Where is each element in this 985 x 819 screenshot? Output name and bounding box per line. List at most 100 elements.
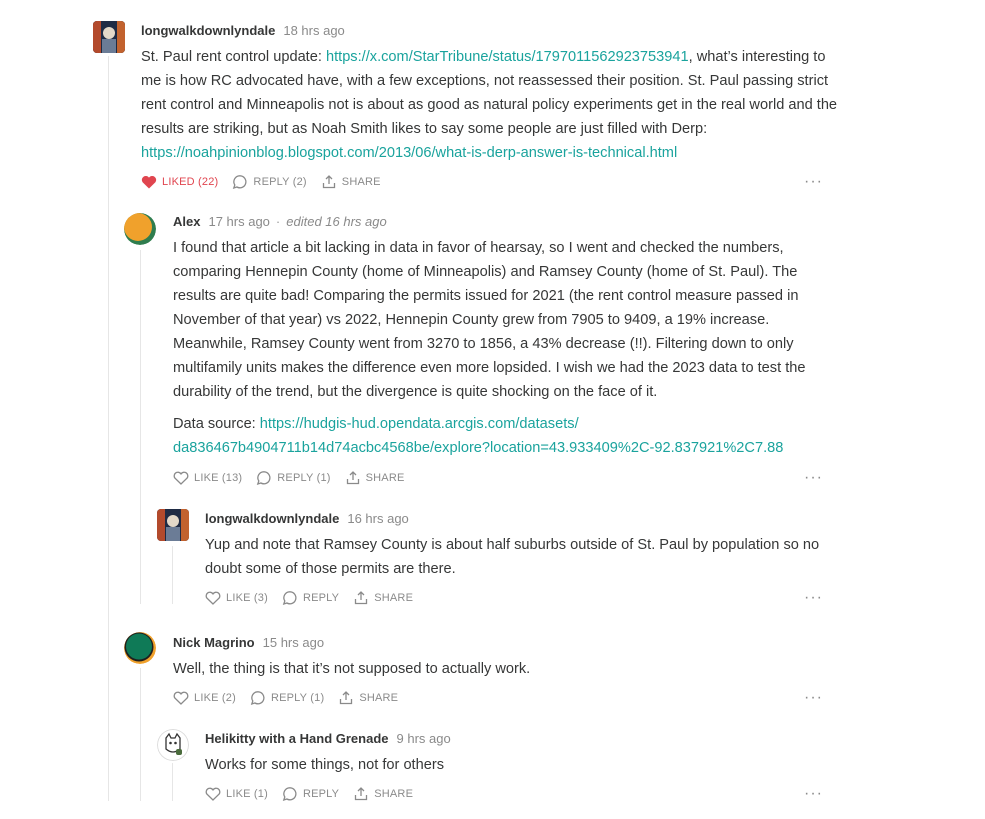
like-label: LIKE (1) (226, 788, 268, 800)
comment-actions: LIKE (1) REPLY SHARE (205, 785, 427, 803)
body-paragraph: Yup and note that Ramsey County is about… (205, 537, 820, 577)
share-label: SHARE (359, 692, 399, 704)
share-icon (340, 691, 353, 705)
comment-bubble-icon (257, 471, 271, 486)
edited-label: edited 16 hrs ago (286, 214, 387, 229)
share-icon (346, 471, 359, 485)
avatar-image (93, 21, 125, 53)
heart-icon (205, 591, 221, 605)
comment-meta: Nick Magrino 15 hrs ago (173, 634, 324, 652)
comment-body: I found that article a bit lacking in da… (173, 236, 833, 460)
reply-label: REPLY (302, 592, 340, 604)
avatar-image (157, 509, 189, 541)
avatar-image (124, 632, 156, 664)
avatar[interactable] (157, 509, 189, 541)
body-link-tweet[interactable]: https://x.com/StarTribune/status/1797011… (326, 49, 689, 65)
heart-icon (173, 691, 189, 705)
like-label: LIKE (2) (194, 692, 236, 704)
body-text: St. Paul rent control update: (141, 49, 326, 65)
avatar[interactable] (124, 213, 156, 245)
reply-button[interactable]: REPLY (282, 786, 339, 802)
reply-label: REPLY (302, 788, 340, 800)
comment-body: Well, the thing is that it’s not suppose… (173, 657, 813, 681)
more-options-icon[interactable]: ··· (804, 590, 823, 606)
timestamp[interactable]: 9 hrs ago (397, 731, 451, 746)
comment-bubble-icon (250, 691, 265, 706)
body-paragraph: I found that article a bit lacking in da… (173, 240, 806, 400)
like-label: LIKE (13) (194, 472, 243, 484)
thread-line-root (108, 56, 109, 801)
more-options-icon[interactable]: ··· (804, 174, 823, 190)
share-label: SHARE (365, 472, 405, 484)
comment-bubble-icon (282, 787, 297, 802)
more-options-icon[interactable]: ··· (804, 470, 823, 486)
share-icon (355, 787, 368, 801)
share-button[interactable]: SHARE (353, 786, 413, 802)
body-paragraph-source: Data source: https://hudgis-hud.opendata… (173, 412, 833, 460)
share-button[interactable]: SHARE (353, 590, 413, 606)
thread-line-reply (172, 546, 173, 604)
author-name[interactable]: longwalkdownlyndale (205, 511, 339, 526)
more-options-icon[interactable]: ··· (804, 786, 823, 802)
like-button[interactable]: LIKE (2) (173, 691, 236, 705)
heart-icon (173, 471, 189, 485)
link-text: https://hudgis-hud.opendata.arcgis.com/d… (259, 416, 579, 432)
like-button[interactable]: LIKED (22) (141, 175, 218, 189)
thread-line-alex (140, 250, 141, 604)
like-button[interactable]: LIKE (13) (173, 471, 242, 485)
more-options-icon[interactable]: ··· (804, 690, 823, 706)
share-label: SHARE (341, 176, 381, 188)
thread-line-nick (140, 668, 141, 801)
share-label: SHARE (374, 592, 414, 604)
comment-actions: LIKE (13) REPLY (1) SHARE (173, 469, 419, 487)
comment-actions: LIKE (2) REPLY (1) SHARE (173, 689, 412, 707)
share-button[interactable]: SHARE (321, 174, 381, 190)
author-name[interactable]: Alex (173, 214, 200, 229)
like-label: LIKE (3) (226, 592, 268, 604)
like-button[interactable]: LIKE (1) (205, 787, 268, 801)
body-link-data-source[interactable]: https://hudgis-hud.opendata.arcgis.com/d… (173, 416, 783, 456)
meta-separator: · (275, 214, 281, 229)
body-paragraph: Well, the thing is that it’s not suppose… (173, 661, 531, 677)
like-button[interactable]: LIKE (3) (205, 591, 268, 605)
reply-button[interactable]: REPLY (2) (232, 174, 307, 190)
share-button[interactable]: SHARE (338, 690, 398, 706)
avatar[interactable] (93, 21, 125, 53)
reply-button[interactable]: REPLY (282, 590, 339, 606)
thread-line-heli (172, 763, 173, 801)
body-paragraph: Works for some things, not for others (205, 757, 445, 773)
comment-actions: LIKE (3) REPLY SHARE (205, 589, 427, 607)
share-label: SHARE (374, 788, 414, 800)
author-name[interactable]: Nick Magrino (173, 635, 255, 650)
comment-meta: Helikitty with a Hand Grenade 9 hrs ago (205, 730, 451, 748)
comment-meta: Alex 17 hrs ago · edited 16 hrs ago (173, 213, 387, 231)
comment-bubble-icon (282, 591, 297, 606)
comment-meta: longwalkdownlyndale 16 hrs ago (205, 510, 409, 528)
reply-button[interactable]: REPLY (1) (250, 690, 324, 706)
comment-bubble-icon (233, 175, 247, 190)
link-text: da836467b4904711b14d74acbc4568be/explore… (173, 440, 784, 456)
avatar-image (124, 213, 156, 245)
author-name[interactable]: longwalkdownlyndale (141, 23, 275, 38)
timestamp[interactable]: 18 hrs ago (283, 23, 344, 38)
timestamp[interactable]: 17 hrs ago (208, 214, 269, 229)
author-name[interactable]: Helikitty with a Hand Grenade (205, 731, 389, 746)
avatar[interactable] (157, 729, 189, 761)
reply-label: REPLY (1) (277, 472, 331, 484)
comment-body: St. Paul rent control update: https://x.… (141, 45, 841, 165)
share-button[interactable]: SHARE (345, 470, 405, 486)
timestamp[interactable]: 16 hrs ago (347, 511, 408, 526)
comment-meta: longwalkdownlyndale 18 hrs ago (141, 22, 345, 40)
timestamp[interactable]: 15 hrs ago (263, 635, 324, 650)
like-label: LIKED (22) (162, 176, 219, 188)
body-link-derp[interactable]: https://noahpinionblog.blogspot.com/2013… (141, 145, 677, 161)
heart-icon (205, 787, 221, 801)
comment-actions: LIKED (22) REPLY (2) SHARE (141, 173, 395, 191)
heart-icon (141, 175, 157, 189)
reply-label: REPLY (1) (270, 692, 325, 704)
reply-button[interactable]: REPLY (1) (256, 470, 330, 486)
avatar[interactable] (124, 632, 156, 664)
comment-body: Works for some things, not for others (205, 753, 805, 777)
body-text: Data source: (173, 416, 260, 432)
comment-body: Yup and note that Ramsey County is about… (205, 533, 825, 581)
